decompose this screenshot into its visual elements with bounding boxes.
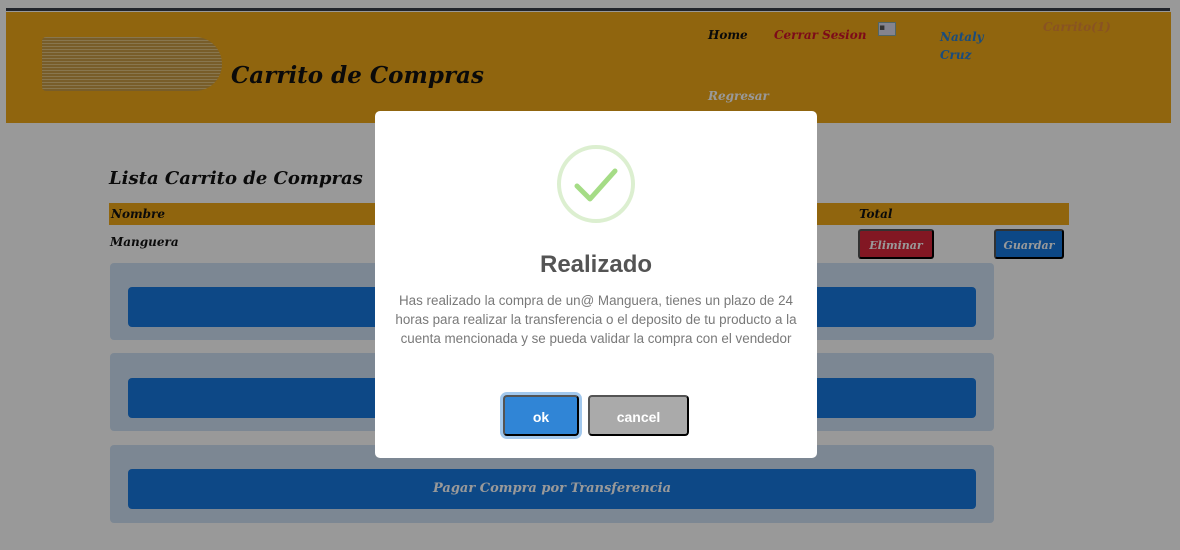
cancel-button[interactable]: cancel [588,395,689,436]
dialog-message: Has realizado la compra de un@ Manguera,… [395,293,797,346]
success-dialog: Realizado Has realizado la compra de un@… [375,111,817,458]
check-icon [574,168,618,202]
success-icon-ring [557,145,635,223]
ok-button[interactable]: ok [503,395,579,436]
dialog-title: Realizado [539,251,653,278]
